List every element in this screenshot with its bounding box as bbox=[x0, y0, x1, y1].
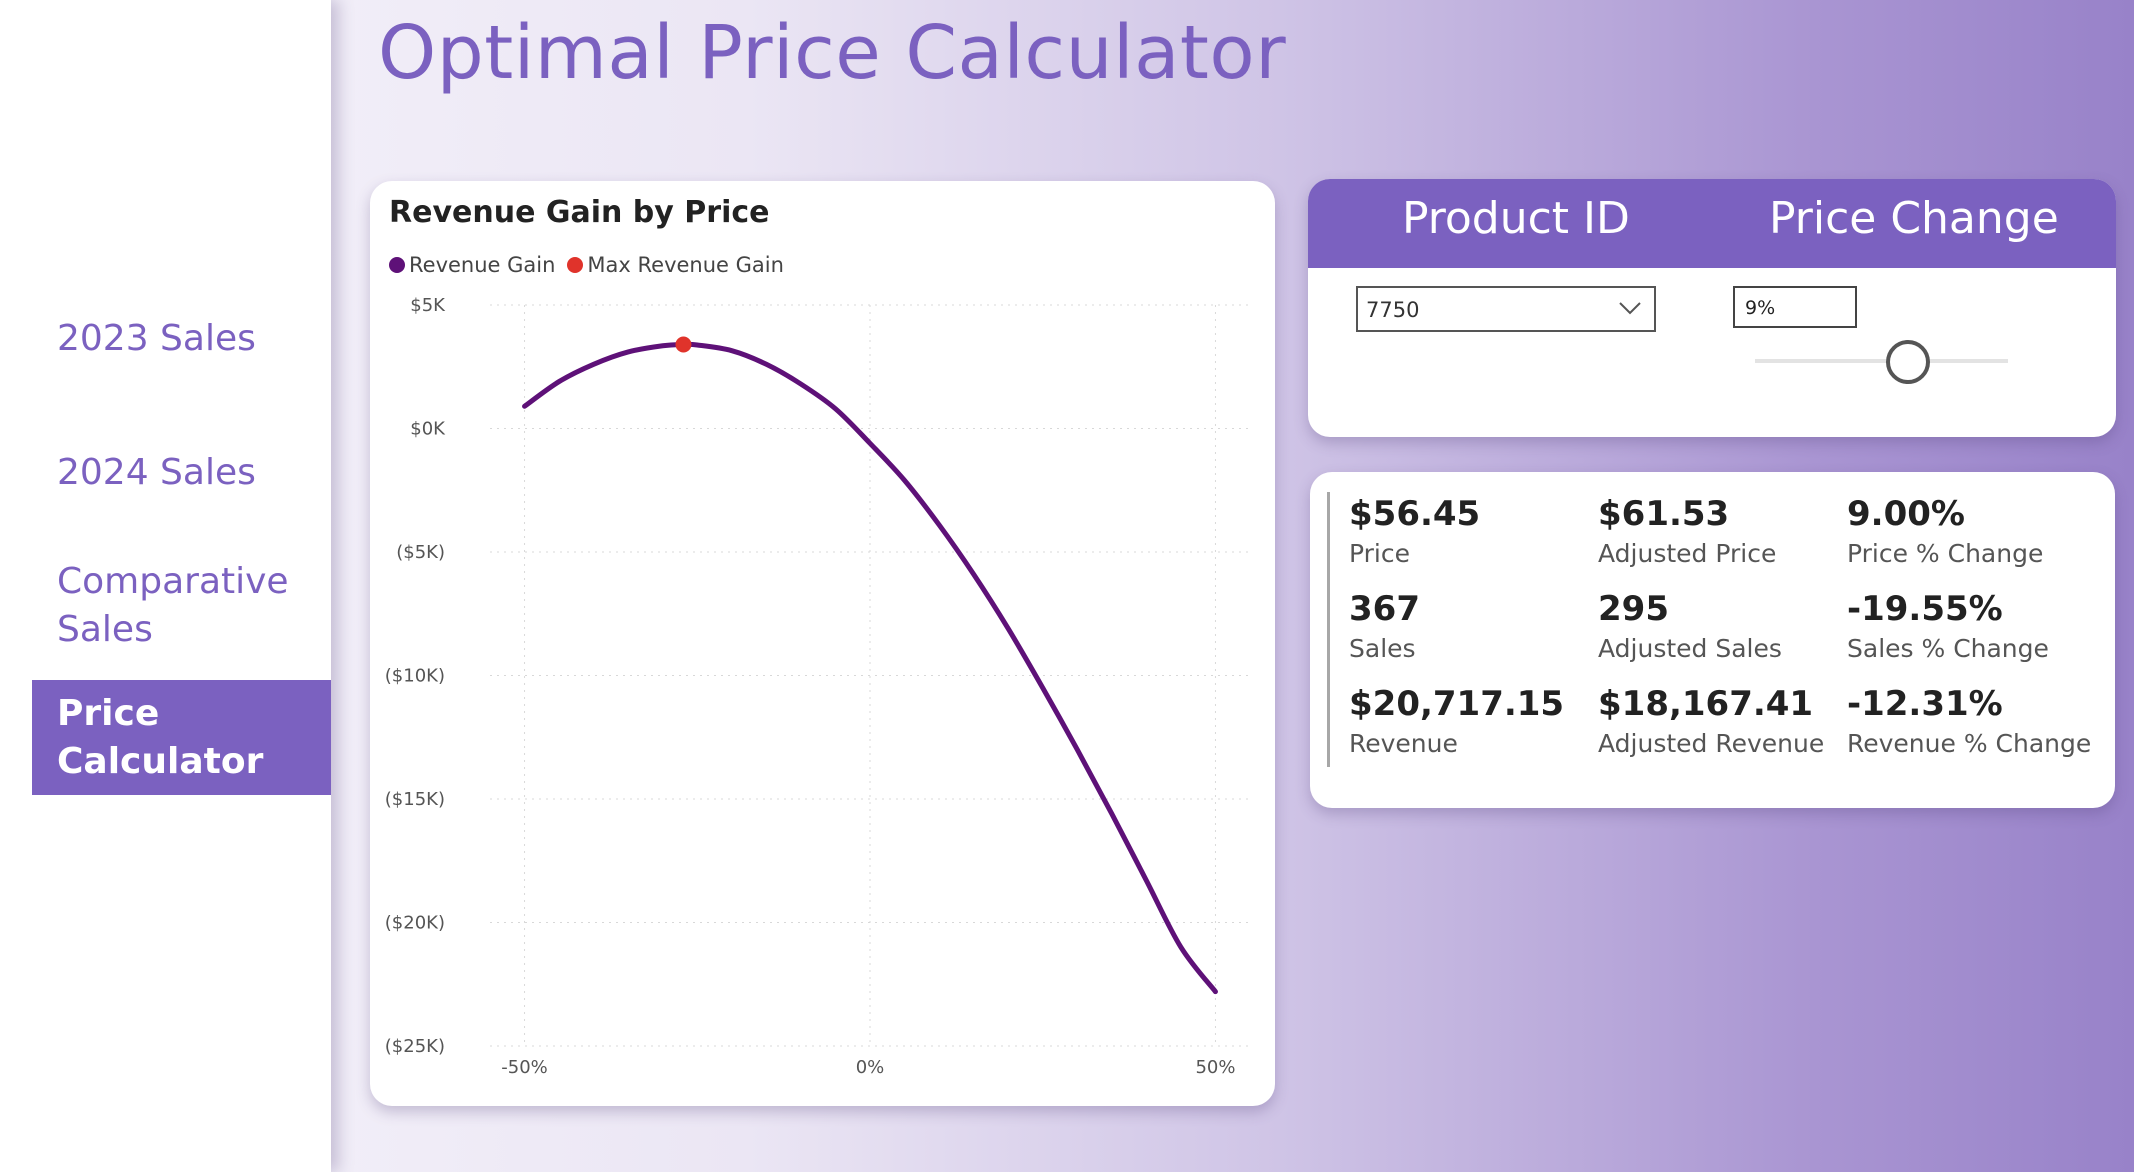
y-tick-label: ($5K) bbox=[396, 542, 445, 563]
nav-2023-sales[interactable]: 2023 Sales bbox=[32, 315, 331, 363]
kpi-panel: $56.45 Price $61.53 Adjusted Price 9.00%… bbox=[1310, 472, 2115, 808]
kpi-value: -12.31% bbox=[1847, 684, 2003, 724]
kpi-value: 295 bbox=[1598, 589, 1669, 629]
kpi-value: -19.55% bbox=[1847, 589, 2003, 629]
legend-item-max-revenue-gain[interactable]: Max Revenue Gain bbox=[567, 253, 784, 277]
chevron-down-icon bbox=[1619, 302, 1641, 315]
x-tick-label: -50% bbox=[501, 1057, 548, 1078]
y-tick-label: $0K bbox=[410, 419, 446, 440]
nav-price-calculator[interactable]: Price Calculator bbox=[32, 680, 331, 795]
legend-dot-icon bbox=[567, 257, 584, 273]
kpi-sales: 367 Sales bbox=[1349, 589, 1420, 663]
kpi-label: Sales bbox=[1349, 634, 1416, 663]
controls-header: Product ID Price Change bbox=[1308, 179, 2116, 268]
y-tick-label: ($10K) bbox=[385, 666, 445, 687]
x-tick-label: 50% bbox=[1195, 1057, 1235, 1078]
kpi-label: Price % Change bbox=[1847, 539, 2044, 568]
kpi-value: 367 bbox=[1349, 589, 1420, 629]
legend-dot-icon bbox=[389, 257, 405, 273]
chart-legend: Revenue Gain Max Revenue Gain bbox=[389, 253, 796, 277]
chart-canvas: $5K $0K ($5K) ($10K) ($15K) ($20K) ($25K) -50% 0… bbox=[385, 295, 1250, 1078]
legend-label: Max Revenue Gain bbox=[587, 253, 784, 277]
y-tick-label: ($20K) bbox=[385, 913, 445, 934]
legend-item-revenue-gain[interactable]: Revenue Gain bbox=[389, 253, 555, 277]
price-change-input[interactable]: 9% bbox=[1733, 286, 1857, 328]
kpi-revenue: $20,717.15 Revenue bbox=[1349, 684, 1564, 758]
max-revenue-gain-point[interactable] bbox=[675, 336, 692, 353]
kpi-revenue-pct-change: -12.31% Revenue % Change bbox=[1847, 684, 2091, 758]
chart-title: Revenue Gain by Price bbox=[389, 195, 770, 230]
x-tick-label: 0% bbox=[856, 1057, 885, 1078]
kpi-value: $20,717.15 bbox=[1349, 684, 1565, 724]
page-title: Optimal Price Calculator bbox=[378, 10, 1287, 96]
product-id-value: 7750 bbox=[1366, 298, 1420, 322]
kpi-sales-pct-change: -19.55% Sales % Change bbox=[1847, 589, 2049, 663]
kpi-adjusted-sales: 295 Adjusted Sales bbox=[1598, 589, 1782, 663]
revenue-gain-chart: $5K $0K ($5K) ($10K) ($15K) ($20K) ($25K) -50% 0… bbox=[370, 181, 1275, 1106]
kpi-label: Adjusted Revenue bbox=[1598, 729, 1825, 758]
product-id-dropdown[interactable]: 7750 bbox=[1356, 286, 1656, 332]
kpi-value: $61.53 bbox=[1598, 494, 1730, 534]
legend-label: Revenue Gain bbox=[409, 253, 556, 277]
kpi-label: Adjusted Sales bbox=[1598, 634, 1782, 663]
kpi-value: $18,167.41 bbox=[1598, 684, 1814, 724]
kpi-value: 9.00% bbox=[1847, 494, 1965, 534]
kpi-price-pct-change: 9.00% Price % Change bbox=[1847, 494, 2043, 568]
kpi-label: Revenue bbox=[1349, 729, 1458, 758]
controls-panel: Product ID Price Change 7750 9% bbox=[1308, 179, 2116, 437]
price-change-slider-thumb[interactable] bbox=[1886, 340, 1930, 384]
kpi-adjusted-price: $61.53 Adjusted Price bbox=[1598, 494, 1776, 568]
product-id-heading: Product ID bbox=[1402, 193, 1630, 244]
kpi-price: $56.45 Price bbox=[1349, 494, 1480, 568]
kpi-value: $56.45 bbox=[1349, 494, 1481, 534]
kpi-label: Adjusted Price bbox=[1598, 539, 1777, 568]
kpi-label: Price bbox=[1349, 539, 1410, 568]
y-tick-label: $5K bbox=[410, 295, 446, 316]
y-tick-label: ($25K) bbox=[385, 1036, 445, 1057]
price-change-heading: Price Change bbox=[1769, 193, 2059, 244]
nav-comparative-sales[interactable]: Comparative Sales bbox=[32, 558, 312, 654]
price-change-slider-track[interactable] bbox=[1755, 359, 2008, 363]
kpi-label: Revenue % Change bbox=[1847, 729, 2092, 758]
kpi-label: Sales % Change bbox=[1847, 634, 2049, 663]
kpi-divider bbox=[1327, 492, 1330, 767]
sidebar: 2023 Sales 2024 Sales Comparative Sales … bbox=[0, 0, 331, 1172]
kpi-adjusted-revenue: $18,167.41 Adjusted Revenue bbox=[1598, 684, 1824, 758]
nav-2024-sales[interactable]: 2024 Sales bbox=[32, 449, 331, 497]
y-tick-label: ($15K) bbox=[385, 789, 445, 810]
